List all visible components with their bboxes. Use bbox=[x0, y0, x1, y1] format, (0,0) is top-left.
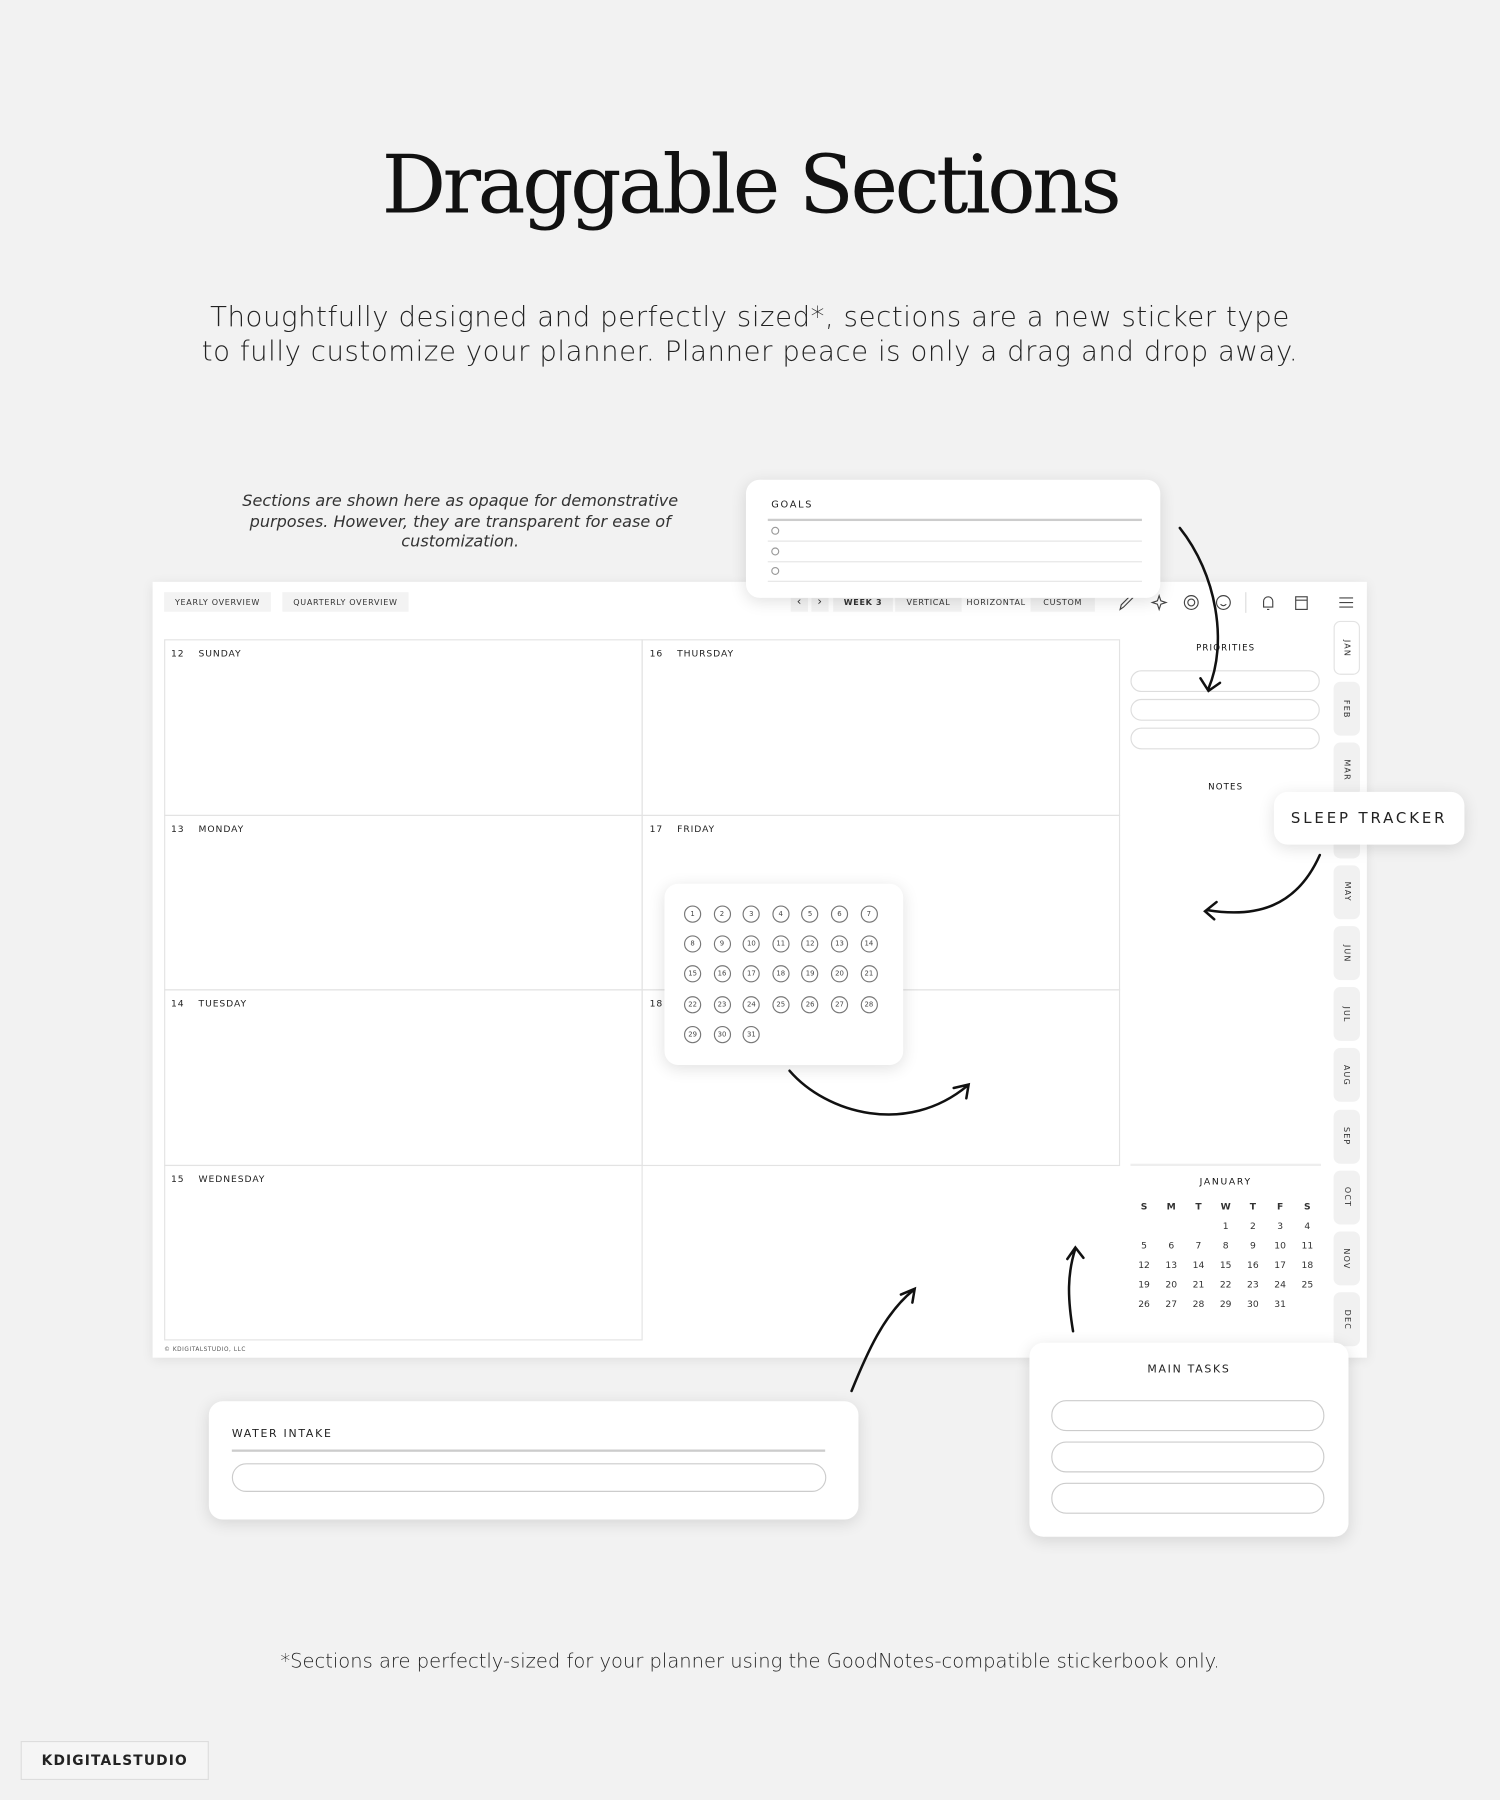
drag-arrows bbox=[788, 526, 1322, 1393]
arrow-main-tasks bbox=[1066, 1245, 1085, 1333]
arrow-sleep-tracker bbox=[788, 1069, 971, 1116]
arrow-water bbox=[850, 1286, 917, 1393]
brand-logo: KDIGITALSTUDIO bbox=[20, 1741, 209, 1781]
arrow-sleep-label bbox=[1203, 853, 1322, 921]
arrow-goals bbox=[1178, 526, 1222, 693]
footnote: *Sections are perfectly-sized for your p… bbox=[280, 1650, 1220, 1674]
page: Draggable Sections Thoughtfully designed… bbox=[0, 0, 1500, 1800]
